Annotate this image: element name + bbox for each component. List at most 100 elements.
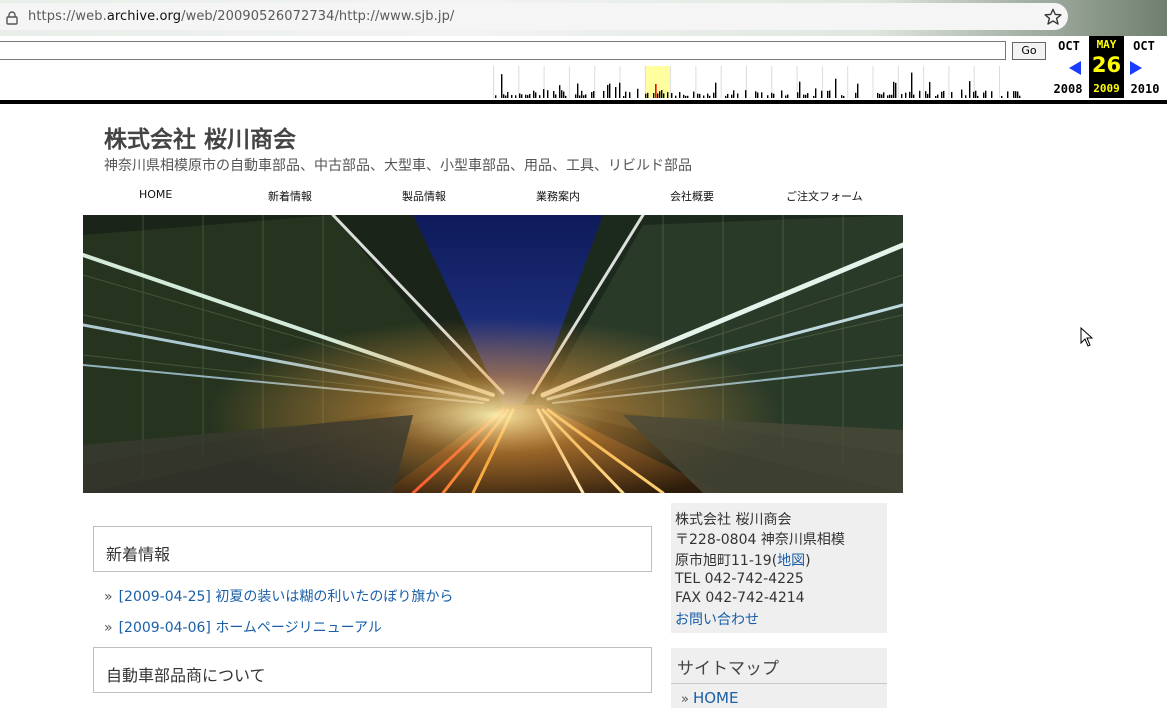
about-heading: 自動車部品商について bbox=[106, 666, 266, 685]
capture-bar bbox=[703, 95, 705, 98]
capture-bar bbox=[813, 95, 815, 98]
nav-news[interactable]: 新着情報 bbox=[268, 188, 312, 204]
news-item[interactable]: » [2009-04-25] 初夏の装いは糊の利いたのぼり旗から bbox=[104, 586, 453, 606]
address-line-2: 原市旭町11-19(地図) bbox=[675, 553, 811, 569]
current-year-label: 2009 bbox=[1093, 82, 1120, 95]
nav-services[interactable]: 業務案内 bbox=[536, 188, 580, 204]
capture-bar bbox=[581, 90, 583, 98]
nav-company[interactable]: 会社概要 bbox=[670, 188, 714, 204]
capture-bar bbox=[501, 74, 503, 98]
capture-bar bbox=[619, 82, 621, 98]
site-title[interactable]: 株式会社 桜川商会 bbox=[104, 120, 296, 154]
nav-products[interactable]: 製品情報 bbox=[402, 188, 446, 204]
capture-bar bbox=[507, 91, 509, 98]
current-day-label: 26 bbox=[1091, 53, 1122, 77]
address-bar[interactable]: https://web.archive.org/web/200905260727… bbox=[0, 3, 1068, 30]
capture-bar bbox=[1015, 91, 1017, 98]
prev-month-label[interactable]: OCT bbox=[1052, 39, 1086, 53]
capture-bar bbox=[583, 95, 585, 98]
capture-bar bbox=[991, 91, 993, 98]
capture-bar bbox=[539, 95, 541, 98]
capture-bar bbox=[553, 90, 555, 98]
nav-order-form[interactable]: ご注文フォーム bbox=[786, 188, 863, 204]
capture-bar bbox=[983, 92, 985, 98]
capture-bar bbox=[505, 95, 507, 98]
wayback-url-input[interactable] bbox=[0, 41, 1006, 60]
news-link[interactable]: [2009-04-25] 初夏の装いは糊の利いたのぼり旗から bbox=[119, 589, 454, 605]
capture-bar bbox=[591, 92, 593, 98]
capture-bar bbox=[671, 92, 673, 98]
sitemap-box: サイトマップ » HOME bbox=[671, 648, 887, 708]
capture-bar bbox=[1013, 91, 1015, 98]
capture-bar bbox=[661, 90, 663, 98]
capture-bar bbox=[579, 95, 581, 98]
prev-arrow-icon[interactable] bbox=[1068, 60, 1082, 76]
capture-bar bbox=[969, 81, 971, 98]
capture-bar bbox=[521, 94, 523, 98]
capture-bar bbox=[883, 92, 885, 98]
news-link[interactable]: [2009-04-06] ホームページリニューアル bbox=[119, 620, 382, 636]
capture-bar bbox=[841, 95, 843, 98]
contact-link[interactable]: お問い合わせ bbox=[675, 609, 759, 629]
capture-bar bbox=[713, 92, 715, 98]
capture-bar bbox=[625, 91, 627, 98]
capture-bar bbox=[901, 94, 903, 98]
capture-bar bbox=[679, 92, 681, 98]
next-arrow-icon[interactable] bbox=[1129, 60, 1143, 76]
month-divider bbox=[670, 66, 672, 98]
month-divider bbox=[720, 66, 722, 98]
tel-text: TEL 042-742-4225 bbox=[675, 571, 804, 587]
star-icon[interactable] bbox=[1044, 8, 1062, 26]
capture-bar bbox=[977, 95, 979, 98]
capture-bar bbox=[737, 93, 739, 98]
month-divider bbox=[999, 66, 1000, 98]
capture-bar bbox=[685, 95, 687, 98]
url-text[interactable]: https://web.archive.org/web/200905260727… bbox=[28, 9, 454, 24]
capture-bar bbox=[799, 81, 801, 98]
capture-bar bbox=[805, 94, 807, 98]
capture-bar bbox=[919, 90, 921, 98]
month-divider bbox=[695, 66, 697, 98]
capture-bar bbox=[1001, 95, 1003, 98]
capture-bar bbox=[787, 94, 789, 98]
capture-bar bbox=[559, 85, 561, 98]
capture-bar bbox=[1019, 95, 1021, 98]
capture-bar bbox=[503, 94, 505, 98]
capture-bar bbox=[925, 91, 927, 98]
capture-bar bbox=[585, 94, 587, 98]
address-line-1: 〒228-0804 神奈川県相模 bbox=[675, 532, 845, 548]
sitemap-item-home[interactable]: » HOME bbox=[681, 689, 738, 707]
capture-bar bbox=[827, 90, 829, 98]
capture-bar bbox=[803, 94, 805, 98]
bullet-icon: » bbox=[104, 620, 113, 636]
capture-bar bbox=[725, 95, 727, 98]
month-divider bbox=[568, 66, 570, 98]
capture-bar bbox=[785, 95, 787, 98]
capture-bar bbox=[565, 95, 567, 98]
capture-bar bbox=[935, 95, 937, 98]
news-item[interactable]: » [2009-04-06] ホームページリニューアル bbox=[104, 617, 382, 637]
month-divider bbox=[518, 66, 520, 98]
next-year-label[interactable]: 2010 bbox=[1127, 82, 1163, 96]
capture-bar bbox=[615, 87, 617, 98]
nav-home[interactable]: HOME bbox=[139, 188, 172, 201]
current-month-highlight bbox=[645, 66, 670, 98]
browser-toolbar: https://web.archive.org/web/200905260727… bbox=[0, 0, 1167, 36]
capture-bar bbox=[1017, 91, 1019, 98]
prev-year-label[interactable]: 2008 bbox=[1050, 82, 1086, 96]
go-button[interactable]: Go bbox=[1012, 42, 1046, 60]
capture-sparkline[interactable] bbox=[493, 66, 1023, 98]
capture-bar bbox=[577, 83, 579, 98]
about-heading-box: 自動車部品商について bbox=[93, 647, 652, 693]
capture-bar bbox=[857, 83, 859, 98]
next-month-label[interactable]: OCT bbox=[1127, 39, 1161, 53]
month-divider bbox=[644, 66, 646, 98]
capture-bar bbox=[515, 95, 517, 98]
capture-bar bbox=[1007, 91, 1009, 98]
capture-bar bbox=[781, 90, 783, 98]
current-capture-mark bbox=[655, 84, 657, 98]
capture-bar bbox=[659, 91, 661, 98]
map-link[interactable]: 地図 bbox=[777, 553, 805, 569]
capture-bar bbox=[761, 92, 763, 98]
capture-bar bbox=[755, 91, 757, 98]
